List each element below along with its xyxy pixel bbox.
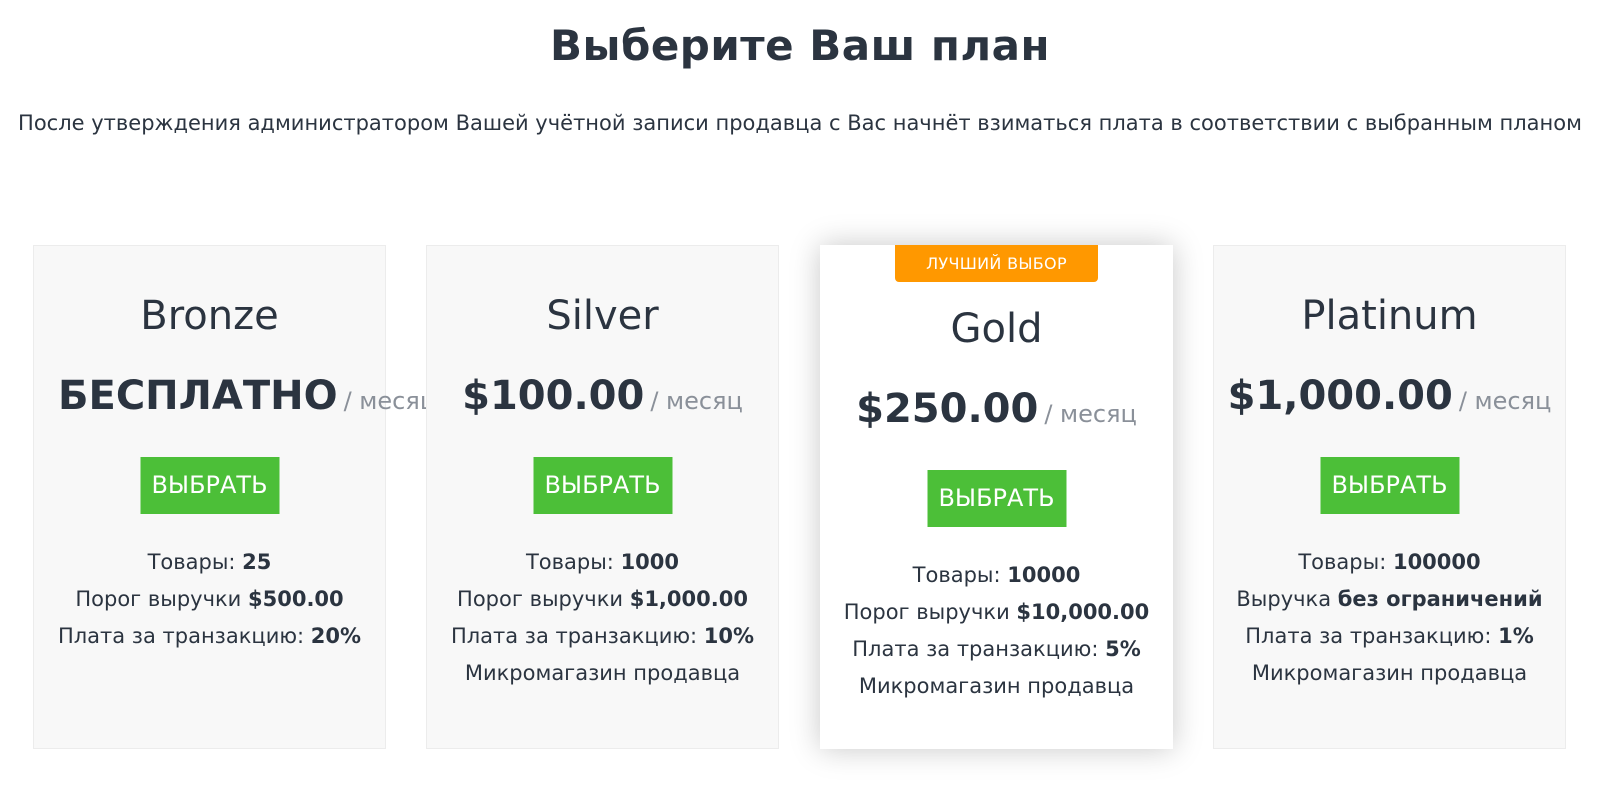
page-title: Выберите Ваш план [550, 21, 1050, 70]
plan-features: Товары: 1000 Порог выручки $1,000.00 Пла… [427, 544, 778, 692]
pricing-page: Выберите Ваш план После утверждения адми… [0, 0, 1600, 800]
feature-value: 10% [703, 624, 755, 648]
feature-item: Порог выручки $500.00 [34, 581, 385, 618]
feature-item: Порог выручки $1,000.00 [427, 581, 778, 618]
plan-price: БЕСПЛАТНО [58, 373, 338, 419]
best-choice-badge: ЛУЧШИЙ ВЫБОР [895, 245, 1098, 282]
feature-item: Плата за транзакцию: 10% [427, 618, 778, 655]
plan-card-silver: Silver $100.00/ месяц ВЫБРАТЬ Товары: 10… [426, 245, 779, 749]
feature-item: Товары: 1000 [427, 544, 778, 581]
page-subtitle: После утверждения администратором Вашей … [18, 111, 1582, 135]
plan-features: Товары: 10000 Порог выручки $10,000.00 П… [820, 557, 1173, 705]
select-plan-button[interactable]: ВЫБРАТЬ [533, 457, 672, 514]
feature-label: Товары: [912, 563, 1008, 587]
plan-price: $100.00 [462, 373, 645, 419]
plan-name: Bronze [140, 293, 279, 339]
feature-label: Товары: [1298, 550, 1393, 574]
plan-features: Товары: 25 Порог выручки $500.00 Плата з… [34, 544, 385, 655]
plan-period: / месяц [650, 387, 743, 415]
plan-price-row: $250.00/ месяц [820, 383, 1173, 443]
feature-label: Товары: [147, 550, 243, 574]
feature-label: Плата за транзакцию: [57, 624, 311, 648]
feature-item: Микромагазин продавца [1214, 655, 1565, 692]
plan-name: Silver [546, 293, 659, 339]
plan-period: / месяц [1044, 400, 1137, 428]
feature-item: Плата за транзакцию: 20% [34, 618, 385, 655]
feature-label: Плата за транзакцию: [852, 637, 1106, 661]
feature-item: Микромагазин продавца [427, 655, 778, 692]
feature-value: $500.00 [248, 587, 344, 611]
plan-price-row: БЕСПЛАТНО / месяц [58, 370, 436, 430]
plan-card-platinum: Platinum $1,000.00/ месяц ВЫБРАТЬ Товары… [1213, 245, 1566, 749]
select-plan-button[interactable]: ВЫБРАТЬ [1320, 457, 1459, 514]
feature-value: 10000 [1007, 563, 1081, 587]
feature-label: Микромагазин продавца [464, 661, 741, 685]
plan-price: $250.00 [856, 386, 1039, 432]
feature-item: Товары: 10000 [820, 557, 1173, 594]
feature-item: Выручка без ограничений [1214, 581, 1565, 618]
feature-label: Порог выручки [843, 600, 1017, 624]
plan-name: Platinum [1301, 293, 1478, 339]
feature-label: Микромагазин продавца [858, 674, 1135, 698]
plan-price: $1,000.00 [1227, 373, 1453, 419]
feature-item: Товары: 100000 [1214, 544, 1565, 581]
feature-value: 1% [1498, 624, 1534, 648]
feature-value: 25 [242, 550, 272, 574]
feature-value: без ограничений [1337, 587, 1543, 611]
feature-label: Порог выручки [457, 587, 630, 611]
feature-label: Плата за транзакцию: [1245, 624, 1499, 648]
feature-item: Плата за транзакцию: 1% [1214, 618, 1565, 655]
feature-item: Товары: 25 [34, 544, 385, 581]
select-plan-button[interactable]: ВЫБРАТЬ [927, 470, 1066, 527]
plan-card-bronze: Bronze БЕСПЛАТНО / месяц ВЫБРАТЬ Товары: … [33, 245, 436, 749]
feature-item: Плата за транзакцию: 5% [820, 631, 1173, 668]
feature-value: $10,000.00 [1016, 600, 1150, 624]
feature-label: Выручка [1236, 587, 1338, 611]
feature-label: Микромагазин продавца [1251, 661, 1528, 685]
plan-period: / месяц [343, 387, 437, 415]
feature-item: Микромагазин продавца [820, 668, 1173, 705]
plans-container: Bronze БЕСПЛАТНО / месяц ВЫБРАТЬ Товары: … [33, 245, 1567, 751]
select-plan-button[interactable]: ВЫБРАТЬ [140, 457, 279, 514]
feature-label: Плата за транзакцию: [450, 624, 704, 648]
feature-value: 5% [1105, 637, 1141, 661]
feature-item: Порог выручки $10,000.00 [820, 594, 1173, 631]
feature-value: $1,000.00 [629, 587, 748, 611]
feature-value: 100000 [1392, 550, 1481, 574]
feature-label: Товары: [525, 550, 621, 574]
feature-value: 20% [310, 624, 362, 648]
feature-value: 1000 [620, 550, 680, 574]
plan-price-row: $100.00/ месяц [427, 370, 778, 430]
plan-card-gold: ЛУЧШИЙ ВЫБОР Gold $250.00/ месяц ВЫБРАТЬ… [820, 245, 1173, 749]
feature-label: Порог выручки [75, 587, 248, 611]
plan-period: / месяц [1458, 387, 1552, 415]
plan-name: Gold [950, 306, 1043, 352]
plan-features: Товары: 100000 Выручка без ограничений П… [1214, 544, 1565, 692]
plan-price-row: $1,000.00/ месяц [1214, 370, 1565, 430]
